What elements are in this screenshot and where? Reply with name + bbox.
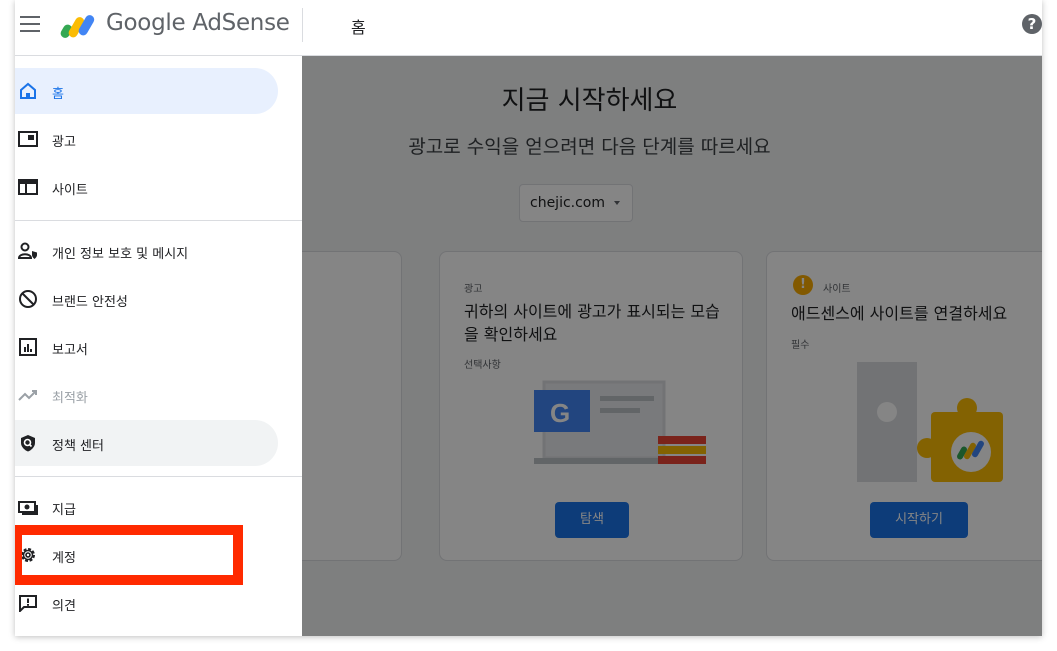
sidebar-item-ads[interactable]: 광고: [15, 116, 278, 162]
sidebar-item-home[interactable]: 홈: [15, 68, 278, 114]
ads-icon: [18, 131, 38, 147]
sidebar-item-feedback[interactable]: 의견: [15, 580, 278, 626]
sidebar-item-label: 보고서: [52, 343, 88, 358]
adsense-logo-icon: [60, 15, 95, 38]
top-divider: [302, 8, 303, 42]
sidebar-divider: [15, 476, 302, 477]
sidebar-item-label: 의견: [52, 599, 76, 614]
sidebar-item-reports[interactable]: 보고서: [15, 324, 278, 370]
home-icon: [20, 82, 36, 99]
sidebar-item-optimization[interactable]: 최적화: [15, 372, 278, 418]
sidebar-item-label: 브랜드 안전성: [52, 295, 128, 310]
sidebar-item-policy-center[interactable]: 정책 센터: [15, 420, 278, 466]
app-window: Google AdSense 홈 ? 지금 시작하세요 광고로 수익을 얻으려면…: [15, 0, 1042, 636]
modal-scrim[interactable]: [302, 56, 1042, 636]
sidebar-item-sites[interactable]: 사이트: [15, 164, 278, 210]
payments-icon: [18, 501, 38, 515]
sidebar-item-label: 광고: [52, 135, 76, 150]
optimize-icon: [18, 390, 37, 401]
sidebar-item-brand-safety[interactable]: 브랜드 안전성: [15, 276, 278, 322]
reports-icon: [19, 338, 37, 356]
policy-shield-icon: [21, 435, 35, 452]
sidebar-divider: [15, 220, 302, 221]
annotation-highlight-box: [15, 525, 243, 585]
hamburger-menu-icon[interactable]: [20, 16, 40, 32]
sidebar-item-label: 최적화: [52, 391, 88, 406]
help-icon[interactable]: ?: [1022, 14, 1042, 34]
adsense-logo-text: Google AdSense: [106, 10, 290, 36]
privacy-icon: [18, 242, 37, 259]
page-title: 홈: [351, 18, 366, 37]
sidebar-item-label: 지급: [52, 503, 76, 518]
block-icon: [19, 290, 37, 308]
sidebar-item-label: 정책 센터: [52, 439, 104, 454]
sidebar-item-label: 홈: [52, 87, 64, 102]
feedback-icon: [19, 595, 37, 612]
sidebar-item-privacy-messaging[interactable]: 개인 정보 보호 및 메시지: [15, 228, 278, 274]
sites-icon: [18, 179, 38, 195]
sidebar-item-label: 개인 정보 보호 및 메시지: [52, 247, 189, 262]
top-app-bar: Google AdSense 홈 ?: [15, 0, 1042, 56]
sidebar-item-payments[interactable]: 지급: [15, 484, 278, 530]
sidebar-item-label: 사이트: [52, 183, 88, 198]
